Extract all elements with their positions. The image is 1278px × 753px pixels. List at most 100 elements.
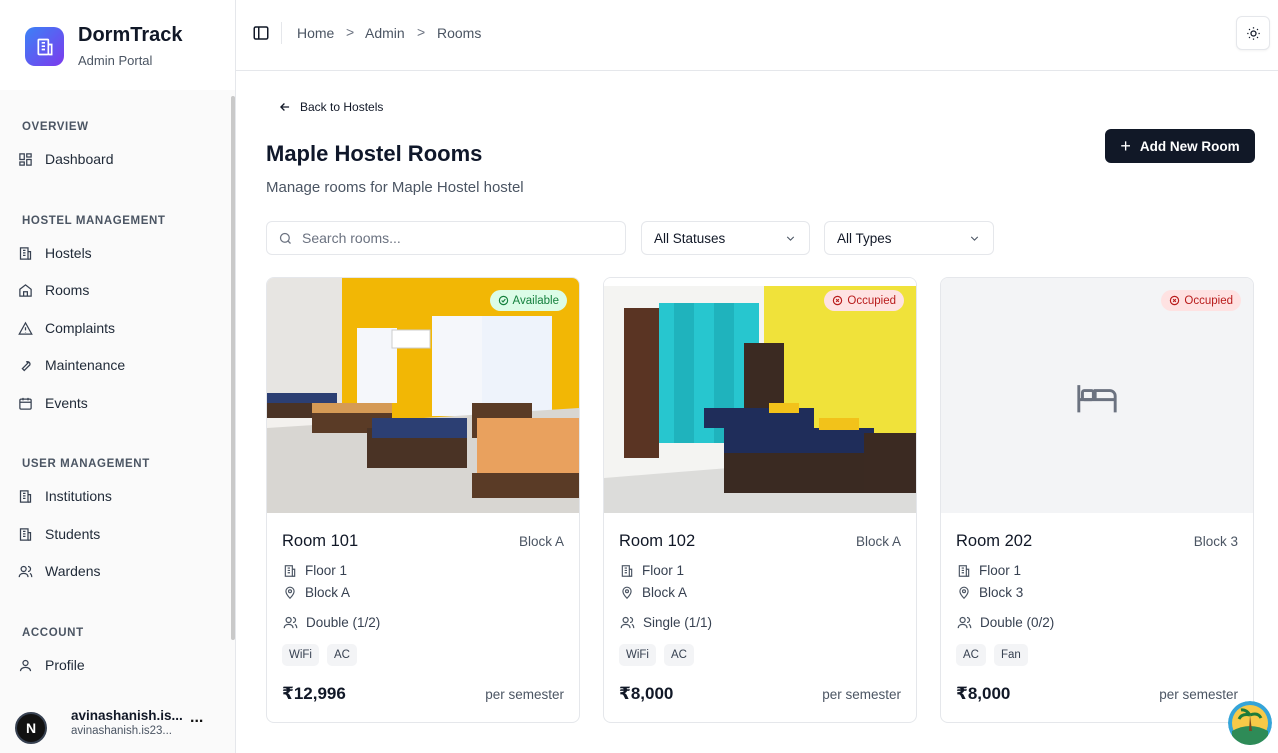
building-icon	[19, 246, 32, 260]
sidebar-item-dashboard[interactable]: Dashboard	[18, 144, 218, 174]
building-icon	[19, 489, 32, 503]
sidebar-item-label: Maintenance	[45, 357, 126, 373]
room-card[interactable]: Occupied Room 202 Block 3 Floor 1 Block …	[940, 277, 1254, 723]
search-box	[266, 221, 626, 255]
sidebar-item-wardens[interactable]: Wardens	[18, 556, 218, 586]
price-period: per semester	[485, 687, 564, 702]
sidebar-item-hostels[interactable]: Hostels	[18, 238, 218, 268]
sidebar-toggle-icon[interactable]	[252, 24, 270, 42]
x-circle-icon	[833, 295, 843, 306]
sidebar-item-label: Profile	[45, 657, 85, 673]
sidebar-item-rooms[interactable]: Rooms	[18, 275, 218, 305]
user-email: avinashanish.is23...	[71, 725, 173, 737]
room-floor: Floor 1	[283, 563, 347, 578]
room-location: Block 3	[957, 585, 1023, 600]
room-occupancy: Double (0/2)	[957, 615, 1054, 630]
sidebar-item-label: Dashboard	[45, 151, 114, 167]
sidebar-item-label: Rooms	[45, 282, 90, 298]
building-icon	[621, 564, 633, 577]
back-to-hostels-link[interactable]: Back to Hostels	[278, 100, 383, 114]
status-badge: Occupied	[824, 290, 904, 311]
bed-icon	[1077, 385, 1117, 413]
x-circle-icon	[1170, 295, 1180, 306]
sidebar-item-label: Hostels	[45, 245, 92, 261]
top-header: Home > Admin > Rooms	[236, 0, 1278, 71]
room-name: Room 102	[619, 532, 696, 550]
calendar-icon	[19, 397, 32, 410]
warning-icon	[18, 321, 33, 335]
page-title: Maple Hostel Rooms	[266, 141, 483, 166]
amenity-tags: WiFi AC	[282, 644, 365, 666]
search-input[interactable]	[302, 230, 602, 246]
building-icon	[958, 564, 970, 577]
status-filter-value: All Statuses	[654, 230, 726, 246]
users-icon	[620, 616, 635, 629]
room-price: ₹12,996	[282, 684, 346, 703]
breadcrumb-separator-icon: >	[346, 24, 355, 40]
breadcrumb-home[interactable]: Home	[297, 25, 334, 41]
room-block: Block A	[518, 534, 564, 549]
room-name: Room 101	[282, 532, 359, 550]
section-label-account: ACCOUNT	[22, 627, 84, 639]
chevron-down-icon	[970, 235, 979, 241]
amenity-tag: WiFi	[619, 644, 656, 666]
header-divider	[281, 22, 282, 44]
dashboard-icon	[19, 152, 32, 166]
room-floor: Floor 1	[957, 563, 1021, 578]
amenity-tag: AC	[664, 644, 694, 666]
brand-logo-icon	[25, 27, 64, 66]
breadcrumb-separator-icon: >	[417, 24, 426, 40]
user-icon	[19, 659, 32, 671]
sidebar-item-events[interactable]: Events	[18, 388, 218, 418]
sidebar-item-label: Students	[45, 526, 101, 542]
room-photo: Occupied	[604, 278, 916, 513]
sidebar-item-profile[interactable]: Profile	[18, 650, 218, 680]
brand-header[interactable]: DormTrack Admin Portal	[0, 0, 235, 90]
room-card[interactable]: Available Room 101 Block A Floor 1 Block…	[266, 277, 580, 723]
room-price: ₹8,000	[619, 684, 674, 703]
type-filter-select[interactable]: All Types	[824, 221, 994, 255]
sidebar-scrollbar[interactable]	[231, 96, 235, 640]
arrow-left-icon	[280, 103, 290, 111]
section-label-user-management: USER MANAGEMENT	[22, 458, 150, 470]
room-photo-placeholder: Occupied	[941, 278, 1253, 513]
back-link-label: Back to Hostels	[300, 100, 384, 114]
room-location: Block A	[620, 585, 687, 600]
breadcrumb-admin[interactable]: Admin	[365, 25, 405, 41]
sidebar: DormTrack Admin Portal OVERVIEW Dashboar…	[0, 0, 236, 753]
users-icon	[283, 616, 298, 629]
more-options-icon[interactable]: ...	[190, 709, 203, 727]
price-period: per semester	[822, 687, 901, 702]
add-new-room-label: Add New Room	[1139, 138, 1240, 154]
sidebar-item-label: Complaints	[45, 320, 116, 336]
price-period: per semester	[1159, 687, 1238, 702]
room-occupancy: Single (1/1)	[620, 615, 712, 630]
user-name: avinashanish.is...	[71, 708, 183, 723]
sidebar-item-students[interactable]: Students	[18, 519, 218, 549]
map-pin-icon	[285, 586, 295, 599]
add-new-room-button[interactable]: + Add New Room	[1105, 129, 1255, 163]
user-menu[interactable]: N avinashanish.is... avinashanish.is23..…	[0, 700, 235, 753]
sun-icon	[1246, 26, 1260, 40]
page-subtitle: Manage rooms for Maple Hostel hostel	[266, 179, 524, 196]
room-card[interactable]: Occupied Room 102 Block A Floor 1 Block …	[603, 277, 917, 723]
breadcrumb-rooms: Rooms	[437, 25, 482, 41]
theme-toggle-button[interactable]	[1236, 16, 1270, 50]
room-price: ₹8,000	[956, 684, 1011, 703]
check-circle-icon	[498, 295, 508, 306]
plus-icon: +	[1120, 136, 1131, 156]
sidebar-item-institutions[interactable]: Institutions	[18, 481, 218, 511]
building-icon	[19, 527, 32, 541]
amenity-tags: WiFi AC	[619, 644, 702, 666]
home-icon	[19, 283, 32, 297]
section-label-hostel-management: HOSTEL MANAGEMENT	[22, 215, 166, 227]
map-pin-icon	[959, 586, 969, 599]
status-filter-select[interactable]: All Statuses	[641, 221, 810, 255]
status-badge: Available	[489, 290, 567, 311]
assistant-launcher-icon[interactable]	[1228, 701, 1272, 745]
map-pin-icon	[622, 586, 632, 599]
room-block: Block 3	[1193, 534, 1238, 549]
sidebar-item-complaints[interactable]: Complaints	[18, 313, 218, 343]
amenity-tag: AC	[956, 644, 986, 666]
sidebar-item-maintenance[interactable]: Maintenance	[18, 350, 218, 380]
